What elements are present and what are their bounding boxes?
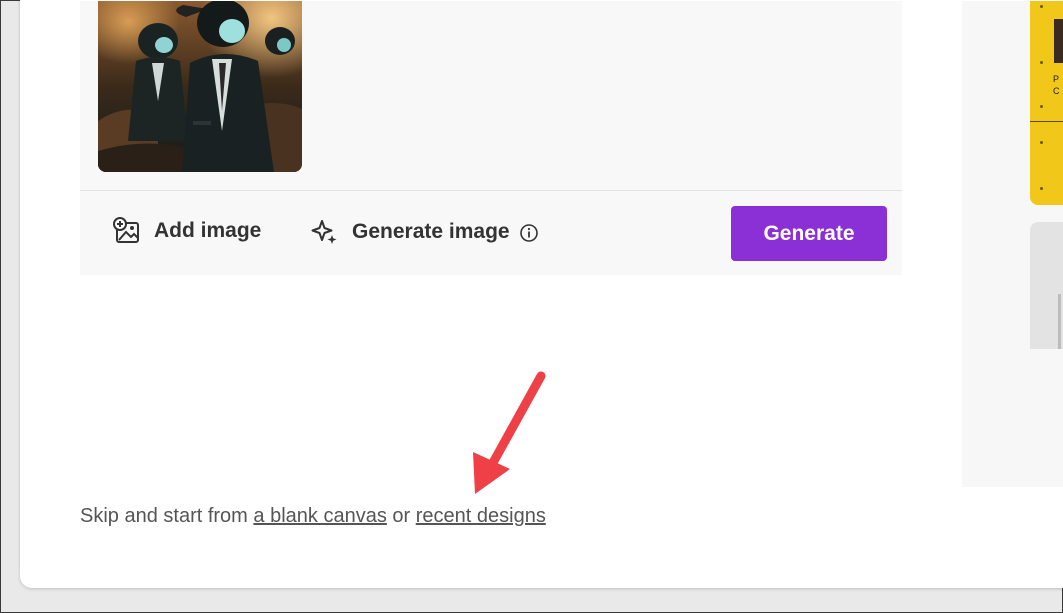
composer-divider	[80, 190, 902, 191]
template-thumbnail-photo	[1054, 19, 1063, 63]
generate-image-button[interactable]: Generate image	[310, 217, 539, 246]
add-image-button[interactable]: Add image	[113, 217, 261, 245]
sparkle-icon	[310, 217, 339, 246]
attached-image-thumbnail[interactable]	[98, 1, 302, 172]
template-card-yellow[interactable]: P C	[1030, 1, 1063, 205]
generate-image-label: Generate image	[352, 219, 510, 243]
blank-canvas-link[interactable]: a blank canvas	[253, 505, 386, 527]
annotation-arrow-icon	[473, 371, 546, 494]
skip-prefix: Skip and start from	[80, 505, 248, 527]
recent-designs-link[interactable]: recent designs	[416, 505, 546, 527]
generate-button[interactable]: Generate	[731, 206, 887, 261]
info-icon[interactable]	[519, 223, 539, 243]
penguin-photo-image	[98, 1, 302, 172]
skip-or: or	[392, 505, 411, 527]
template-card-gray[interactable]	[1030, 222, 1063, 349]
skip-options-text: Skip and start from a blank canvas or re…	[80, 505, 546, 528]
image-plus-icon	[113, 217, 141, 245]
add-image-label: Add image	[154, 219, 262, 242]
window-frame: Add image Generate image Generate P C Sk…	[0, 0, 1063, 613]
template-card-scrollbar	[1058, 294, 1061, 349]
template-card-rule	[1030, 121, 1063, 122]
template-card-text: P C	[1053, 74, 1060, 96]
